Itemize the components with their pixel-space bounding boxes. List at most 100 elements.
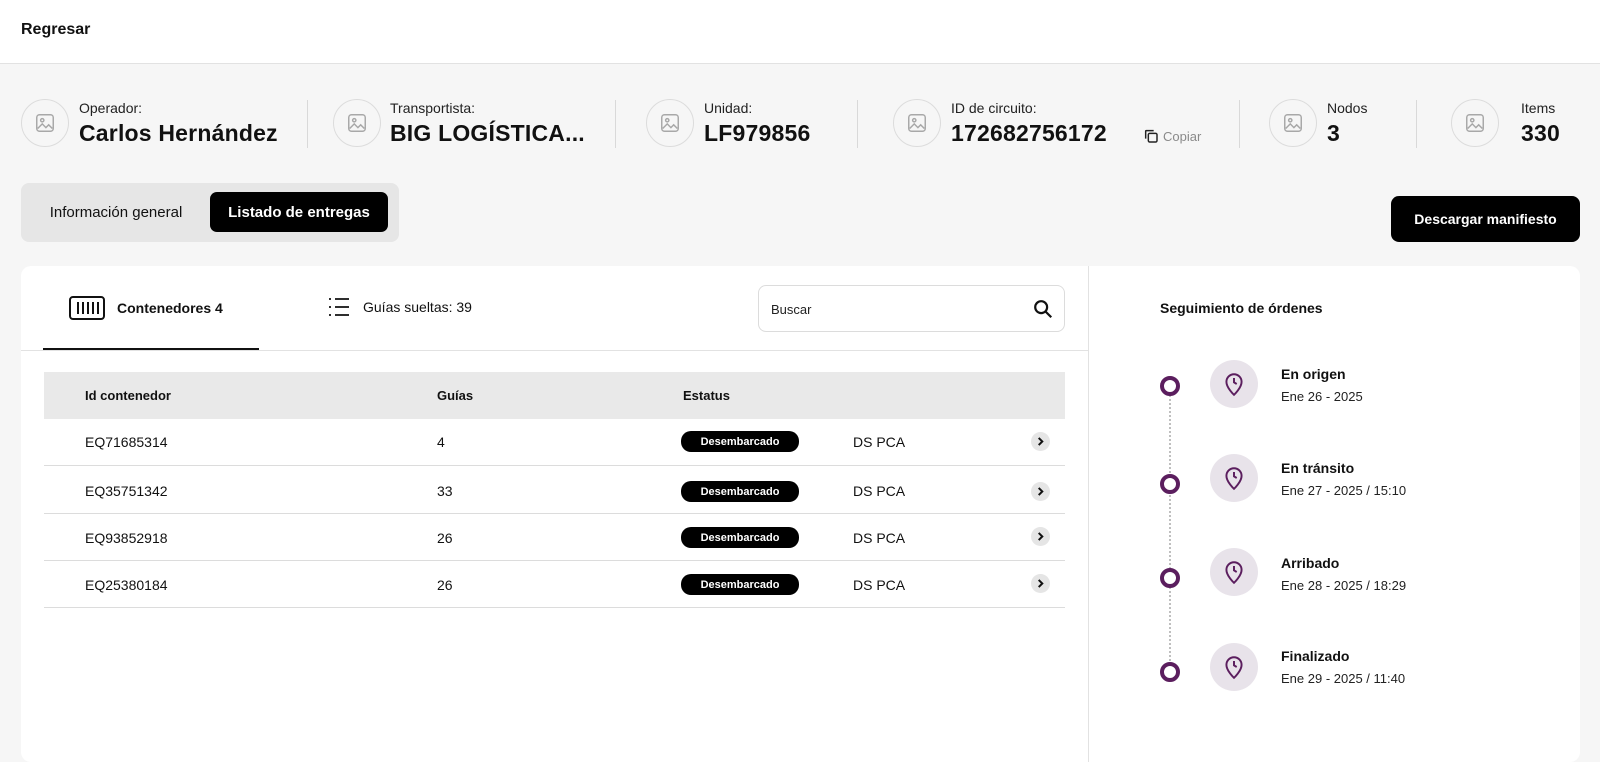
column-header-status: Estatus [683, 388, 730, 403]
timeline-dot [1160, 568, 1180, 588]
tracking-title: Seguimiento de órdenes [1160, 300, 1323, 316]
search-icon[interactable] [1032, 298, 1054, 320]
step-title: Finalizado [1281, 648, 1350, 664]
timeline-dot [1160, 376, 1180, 396]
copy-icon [1144, 129, 1158, 143]
chevron-right-icon [1037, 532, 1044, 541]
tab-general-info[interactable]: Información general [26, 192, 206, 232]
barcode-icon [69, 296, 105, 320]
search-box [758, 285, 1065, 332]
divider [857, 100, 858, 148]
subtab-label: Guías sueltas: 39 [363, 299, 472, 315]
location-clock-icon [1210, 454, 1258, 502]
row-detail-button[interactable] [1031, 527, 1050, 546]
step-date: Ene 29 - 2025 / 11:40 [1281, 671, 1406, 686]
timeline-dot [1160, 474, 1180, 494]
image-placeholder-icon [893, 99, 941, 147]
image-placeholder-icon [646, 99, 694, 147]
top-bar: Regresar [0, 0, 1600, 64]
location-code: DS PCA [853, 530, 906, 546]
stat-value: BIG LOGÍSTICA... [390, 120, 585, 146]
stat-value: Carlos Hernández [79, 120, 278, 146]
container-id: EQ35751342 [85, 483, 168, 499]
image-placeholder-icon [1269, 99, 1317, 147]
stat-label: ID de circuito: [951, 100, 1037, 116]
column-header-guides: Guías [437, 388, 474, 403]
step-date: Ene 26 - 2025 [1281, 389, 1363, 404]
timeline-dot [1160, 662, 1180, 682]
search-input[interactable] [771, 298, 1021, 320]
divider [307, 100, 308, 148]
stat-label: Nodos [1327, 100, 1368, 116]
chevron-right-icon [1037, 487, 1044, 496]
location-code: DS PCA [853, 577, 906, 593]
divider [21, 350, 1088, 351]
status-badge: Desembarcado [681, 481, 799, 502]
location-clock-icon [1210, 548, 1258, 596]
stat-value: 330 [1521, 120, 1560, 146]
step-title: En tránsito [1281, 460, 1355, 476]
stat-operator: Operador: Carlos Hernández [21, 99, 291, 149]
stat-items: Items 330 [1451, 99, 1581, 149]
subtab-label: Contenedores 4 [117, 300, 223, 316]
status-badge: Desembarcado [681, 431, 799, 452]
chevron-right-icon [1037, 437, 1044, 446]
location-clock-icon [1210, 643, 1258, 691]
guides-count: 26 [437, 530, 453, 546]
download-manifest-button[interactable]: Descargar manifiesto [1391, 196, 1580, 242]
stat-label: Transportista: [390, 100, 476, 116]
location-code: DS PCA [853, 483, 906, 499]
stat-circuit: ID de circuito: 172682756172 [893, 99, 1133, 149]
image-placeholder-icon [1451, 99, 1499, 147]
location-clock-icon [1210, 360, 1258, 408]
step-date: Ene 27 - 2025 / 15:10 [1281, 483, 1407, 498]
container-id: EQ93852918 [85, 530, 168, 546]
table-header: Id contenedor Guías Estatus [44, 372, 1065, 419]
stat-label: Items [1521, 100, 1556, 116]
status-badge: Desembarcado [681, 574, 799, 595]
guides-count: 33 [437, 483, 453, 499]
divider [615, 100, 616, 148]
table-row[interactable]: EQ35751342 33 Desembarcado DS PCA [44, 467, 1065, 514]
chevron-right-icon [1037, 579, 1044, 588]
step-title: En origen [1281, 366, 1346, 382]
guides-count: 26 [437, 577, 453, 593]
timeline-line [1169, 390, 1171, 673]
subtab-loose-guides[interactable]: Guías sueltas: 39 [327, 296, 472, 318]
row-detail-button[interactable] [1031, 574, 1050, 593]
container-id: EQ71685314 [85, 434, 168, 450]
stat-value: 172682756172 [951, 120, 1107, 146]
table-row[interactable]: EQ93852918 26 Desembarcado DS PCA [44, 514, 1065, 561]
table-row[interactable]: EQ25380184 26 Desembarcado DS PCA [44, 561, 1065, 608]
back-button[interactable]: Regresar [21, 21, 90, 39]
copy-label: Copiar [1163, 128, 1202, 144]
row-detail-button[interactable] [1031, 482, 1050, 501]
image-placeholder-icon [333, 99, 381, 147]
stat-unit: Unidad: LF979856 [646, 99, 836, 149]
stat-nodes: Nodos 3 [1269, 99, 1379, 149]
subtab-containers[interactable]: Contenedores 4 [69, 296, 223, 320]
guides-count: 4 [437, 434, 445, 450]
stat-value: LF979856 [704, 120, 811, 146]
step-title: Arribado [1281, 555, 1340, 571]
copy-button[interactable]: Copiar [1143, 128, 1201, 144]
list-icon [329, 298, 349, 316]
table-row[interactable]: EQ71685314 4 Desembarcado DS PCA [44, 419, 1065, 466]
divider [1239, 100, 1240, 148]
view-tabs: Información general Listado de entregas [21, 183, 399, 242]
column-header-id: Id contenedor [85, 388, 171, 403]
tracking-card [1089, 266, 1580, 762]
row-detail-button[interactable] [1031, 432, 1050, 451]
container-id: EQ25380184 [85, 577, 168, 593]
stat-value: 3 [1327, 120, 1340, 146]
divider [1416, 100, 1417, 148]
image-placeholder-icon [21, 99, 69, 147]
location-code: DS PCA [853, 434, 906, 450]
step-date: Ene 28 - 2025 / 18:29 [1281, 578, 1407, 593]
stat-carrier: Transportista: BIG LOGÍSTICA... [333, 99, 593, 149]
stat-label: Operador: [79, 100, 143, 116]
tab-deliveries[interactable]: Listado de entregas [210, 192, 388, 232]
stat-label: Unidad: [704, 100, 753, 116]
status-badge: Desembarcado [681, 527, 799, 548]
divider [1088, 266, 1089, 762]
